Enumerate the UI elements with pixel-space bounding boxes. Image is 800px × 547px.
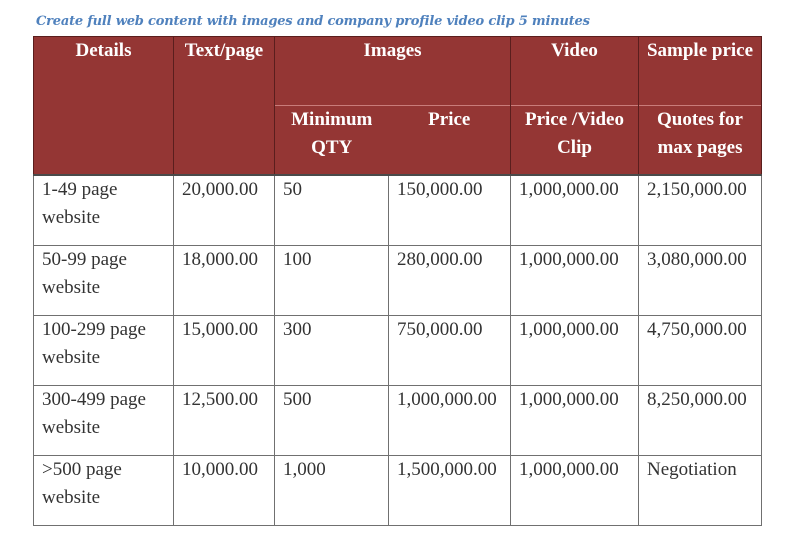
header-minimum-qty: Minimum QTY: [274, 105, 389, 175]
cell-video-price: 1,000,000.00: [510, 455, 639, 526]
cell-image-price: 1,000,000.00: [388, 385, 511, 456]
pricing-table: Details Text/page Images Video Sample pr…: [33, 36, 762, 526]
cell-quote: 2,150,000.00: [638, 174, 762, 246]
cell-image-price: 150,000.00: [388, 174, 511, 246]
table-row: 1-49 page website 20,000.00 50 150,000.0…: [33, 174, 762, 246]
cell-details: >500 page website: [33, 455, 174, 526]
cell-video-price: 1,000,000.00: [510, 174, 639, 246]
table-row: 100-299 page website 15,000.00 300 750,0…: [33, 315, 762, 386]
cell-details: 1-49 page website: [33, 174, 174, 246]
cell-text-page: 15,000.00: [173, 315, 275, 386]
header-video: Video: [510, 36, 639, 106]
cell-min-qty: 1,000: [274, 455, 389, 526]
cell-details: 50-99 page website: [33, 245, 174, 316]
table-row: 300-499 page website 12,500.00 500 1,000…: [33, 385, 762, 456]
header-image-price: Price: [388, 105, 511, 175]
cell-quote: 4,750,000.00: [638, 315, 762, 386]
cell-details: 300-499 page website: [33, 385, 174, 456]
header-quotes-max-pages: Quotes for max pages: [638, 105, 762, 175]
cell-min-qty: 100: [274, 245, 389, 316]
cell-image-price: 1,500,000.00: [388, 455, 511, 526]
cell-text-page: 18,000.00: [173, 245, 275, 316]
cell-quote: 8,250,000.00: [638, 385, 762, 456]
table-row: 50-99 page website 18,000.00 100 280,000…: [33, 245, 762, 316]
cell-min-qty: 300: [274, 315, 389, 386]
cell-min-qty: 50: [274, 174, 389, 246]
cell-video-price: 1,000,000.00: [510, 245, 639, 316]
cell-image-price: 750,000.00: [388, 315, 511, 386]
header-details: Details: [33, 36, 174, 175]
cell-quote: 3,080,000.00: [638, 245, 762, 316]
header-row-primary: Details Text/page Images Video Sample pr…: [33, 36, 762, 175]
cell-video-price: 1,000,000.00: [510, 385, 639, 456]
cell-text-page: 10,000.00: [173, 455, 275, 526]
cell-quote: Negotiation: [638, 455, 762, 526]
cell-video-price: 1,000,000.00: [510, 315, 639, 386]
header-images: Images: [274, 36, 511, 106]
header-price-per-video-clip: Price /Video Clip: [510, 105, 639, 175]
header-text-page: Text/page: [173, 36, 275, 175]
cell-text-page: 20,000.00: [173, 174, 275, 246]
cell-details: 100-299 page website: [33, 315, 174, 386]
header-sample-price: Sample price: [638, 36, 762, 106]
table-caption: Create full web content with images and …: [36, 14, 590, 29]
cell-image-price: 280,000.00: [388, 245, 511, 316]
table-row: >500 page website 10,000.00 1,000 1,500,…: [33, 455, 762, 526]
cell-min-qty: 500: [274, 385, 389, 456]
cell-text-page: 12,500.00: [173, 385, 275, 456]
